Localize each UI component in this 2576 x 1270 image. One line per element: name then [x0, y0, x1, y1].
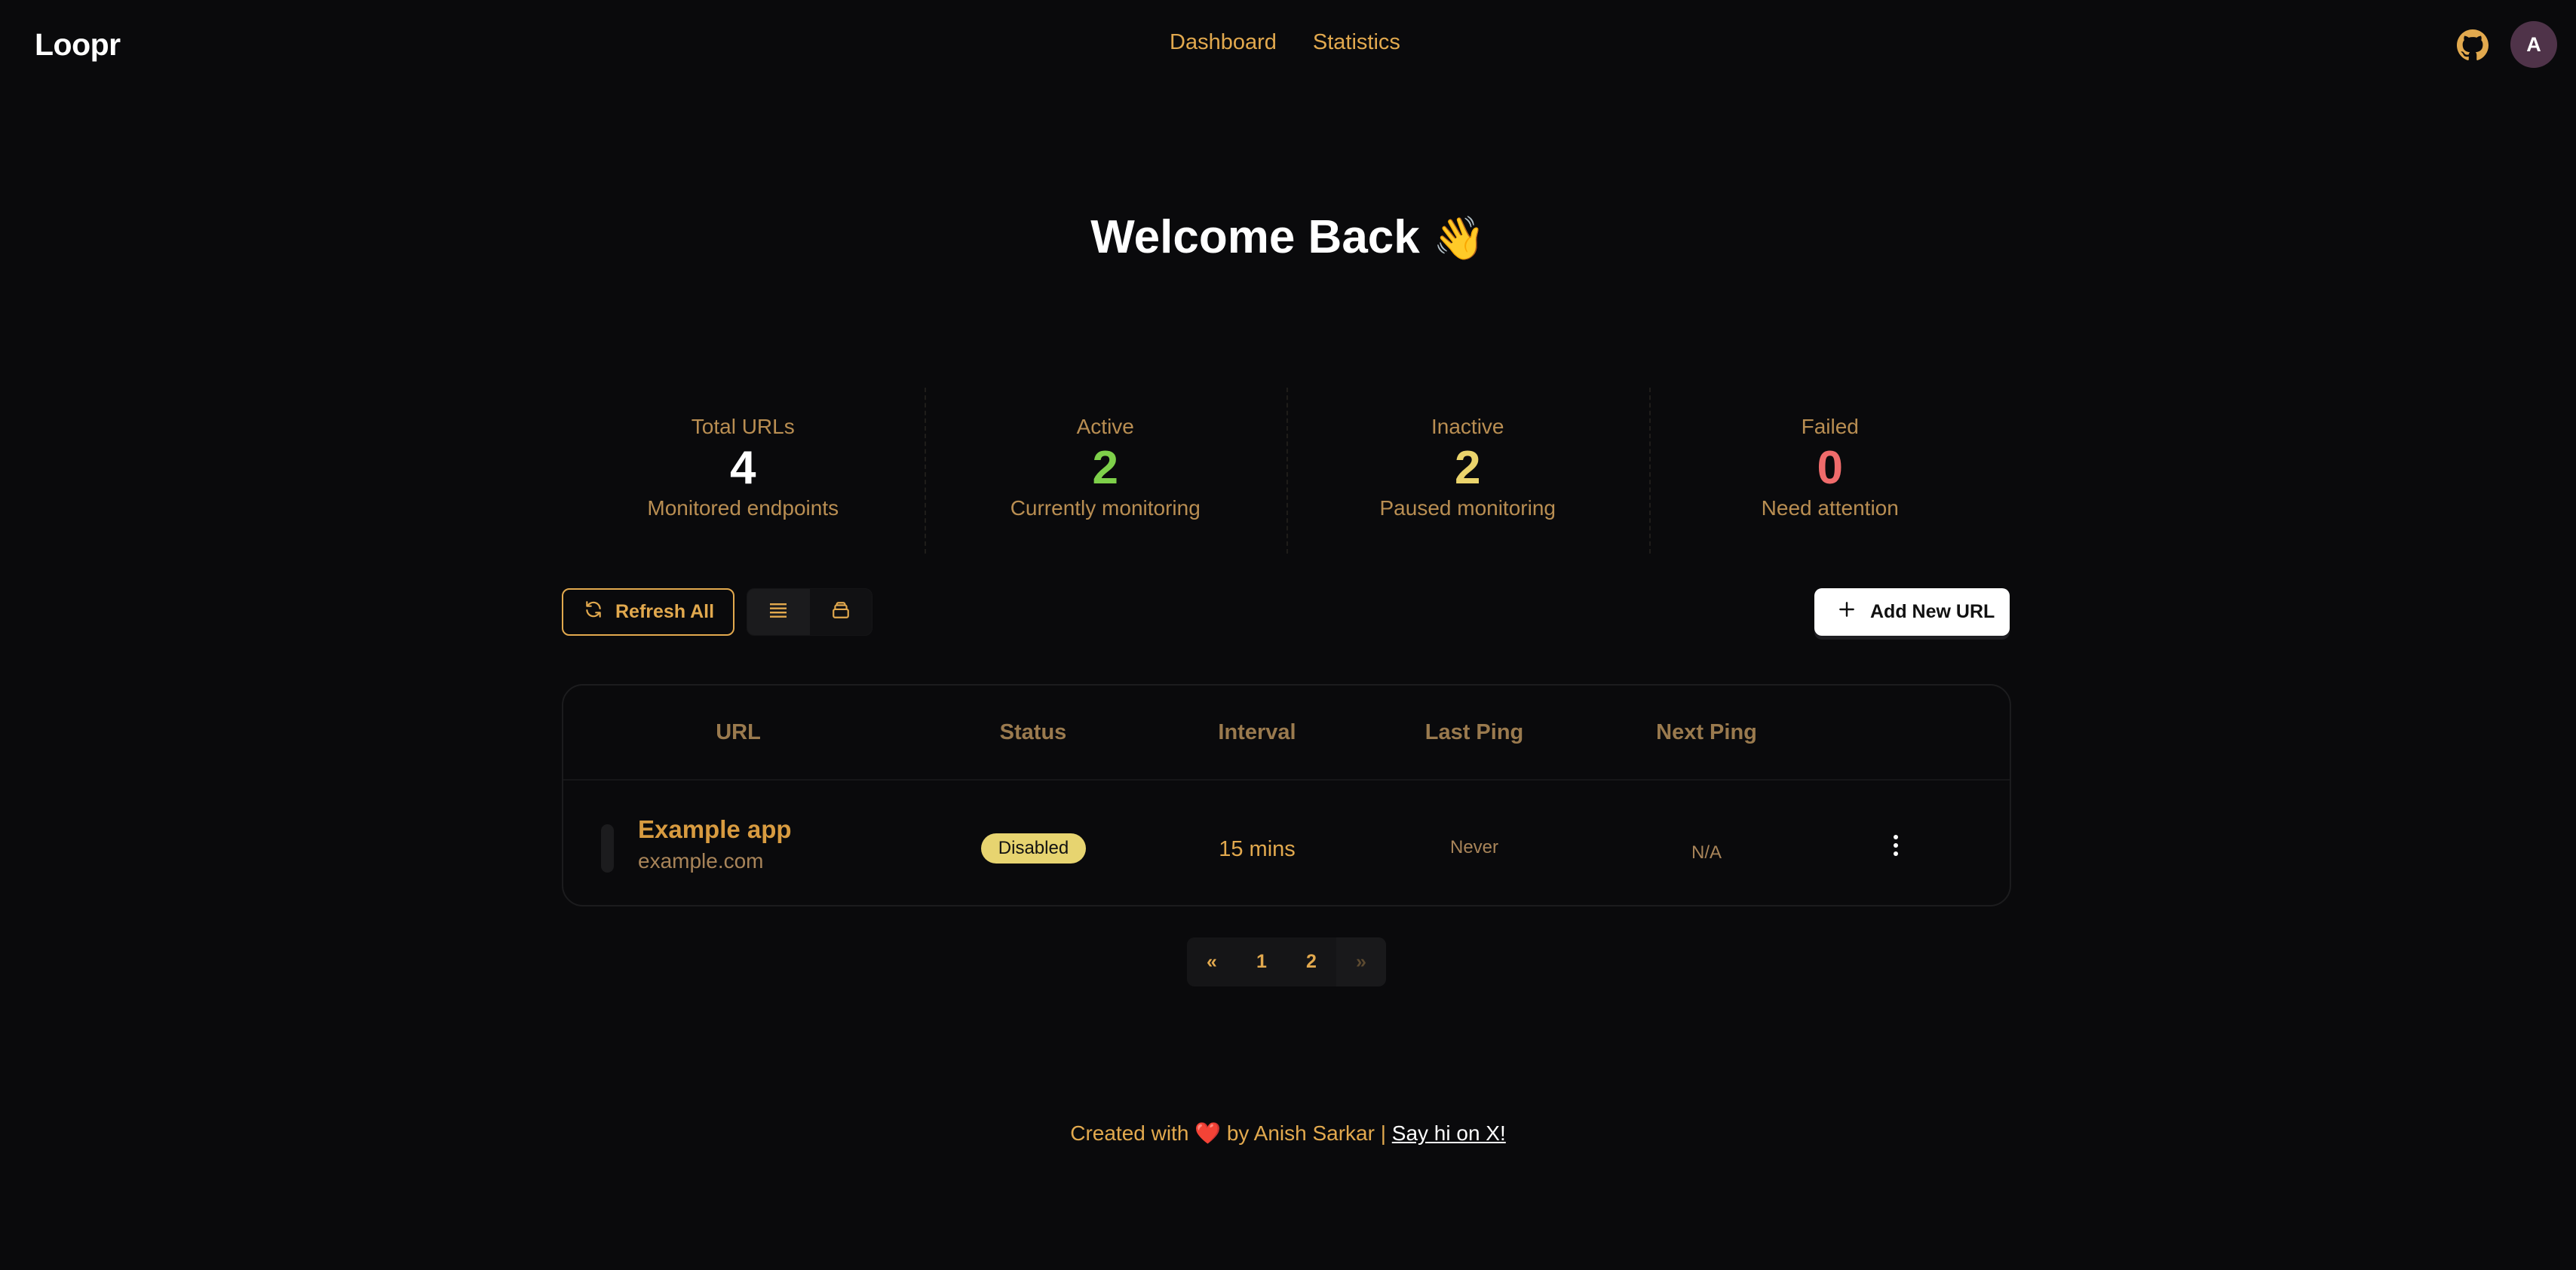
list-icon [768, 602, 788, 622]
footer-prefix: Created with [1070, 1121, 1189, 1145]
github-icon[interactable] [2457, 29, 2489, 61]
card-view-button[interactable] [810, 589, 872, 635]
top-navbar: Loopr Dashboard Statistics A [0, 0, 2576, 92]
pagination-prev-button[interactable]: « [1187, 937, 1237, 986]
refresh-all-label: Refresh All [615, 601, 715, 622]
stat-value: 2 [1455, 442, 1481, 494]
status-indicator [601, 824, 614, 873]
footer-author: by Anish Sarkar | [1226, 1121, 1386, 1145]
stat-title: Failed [1801, 415, 1859, 438]
stat-value: 4 [730, 442, 756, 494]
user-avatar[interactable]: A [2510, 21, 2557, 68]
view-toggle [747, 588, 872, 636]
footer: Created with ❤️ by Anish Sarkar | Say hi… [0, 1121, 2576, 1146]
stat-title: Active [1076, 415, 1134, 438]
last-ping-value: Never [1449, 837, 1499, 857]
stat-description: Monitored endpoints [647, 496, 839, 520]
next-ping-value: N/A [1691, 842, 1722, 863]
status-badge: Disabled [981, 833, 1086, 864]
stat-total-urls: Total URLs 4 Monitored endpoints [562, 388, 925, 554]
column-header-interval[interactable]: Interval [1218, 720, 1296, 745]
table-header: URL Status Interval Last Ping Next Ping [563, 686, 2010, 781]
pagination-page-2[interactable]: 2 [1286, 937, 1336, 986]
stat-description: Need attention [1761, 496, 1899, 520]
nav-dashboard[interactable]: Dashboard [1170, 30, 1277, 55]
pagination: « 1 2 » [1187, 937, 1386, 986]
main-nav: Dashboard Statistics [1170, 30, 1400, 55]
column-header-status[interactable]: Status [1000, 720, 1067, 745]
url-table: URL Status Interval Last Ping Next Ping … [562, 684, 2011, 906]
pagination-page-1[interactable]: 1 [1237, 937, 1286, 986]
stat-title: Inactive [1431, 415, 1504, 438]
app-logo[interactable]: Loopr [35, 27, 121, 63]
add-new-url-label: Add New URL [1870, 601, 1995, 622]
say-hi-on-x-link[interactable]: Say hi on X! [1392, 1121, 1506, 1145]
plus-icon [1837, 600, 1857, 624]
interval-value: 15 mins [1219, 837, 1296, 861]
refresh-icon [584, 600, 603, 624]
column-header-next-ping[interactable]: Next Ping [1656, 720, 1757, 745]
list-view-button[interactable] [747, 589, 810, 635]
column-header-url[interactable]: URL [716, 720, 761, 745]
url-domain: example.com [638, 849, 764, 873]
page-title-text: Welcome Back [1090, 211, 1420, 263]
stat-value: 2 [1092, 442, 1118, 494]
waving-hand-icon: 👋 [1433, 214, 1486, 262]
stats-panel: Total URLs 4 Monitored endpoints Active … [562, 388, 2011, 554]
stat-description: Currently monitoring [1010, 496, 1201, 520]
page-title: Welcome Back 👋 [0, 210, 2576, 264]
refresh-all-button[interactable]: Refresh All [562, 588, 734, 636]
stat-failed: Failed 0 Need attention [1648, 388, 2012, 554]
card-stack-icon [831, 600, 851, 624]
table-row[interactable]: Example app example.com Disabled 15 mins… [563, 782, 2010, 906]
more-options-icon[interactable] [1889, 832, 1903, 859]
stat-active: Active 2 Currently monitoring [924, 388, 1287, 554]
stat-description: Paused monitoring [1379, 496, 1556, 520]
add-new-url-button[interactable]: Add New URL [1814, 588, 2010, 636]
stat-inactive: Inactive 2 Paused monitoring [1286, 388, 1649, 554]
stat-value: 0 [1817, 442, 1843, 494]
stat-title: Total URLs [691, 415, 795, 438]
pagination-next-button[interactable]: » [1336, 937, 1386, 986]
heart-icon: ❤️ [1194, 1121, 1222, 1145]
url-name-link[interactable]: Example app [638, 815, 792, 844]
column-header-last-ping[interactable]: Last Ping [1425, 720, 1524, 745]
nav-statistics[interactable]: Statistics [1313, 30, 1400, 55]
